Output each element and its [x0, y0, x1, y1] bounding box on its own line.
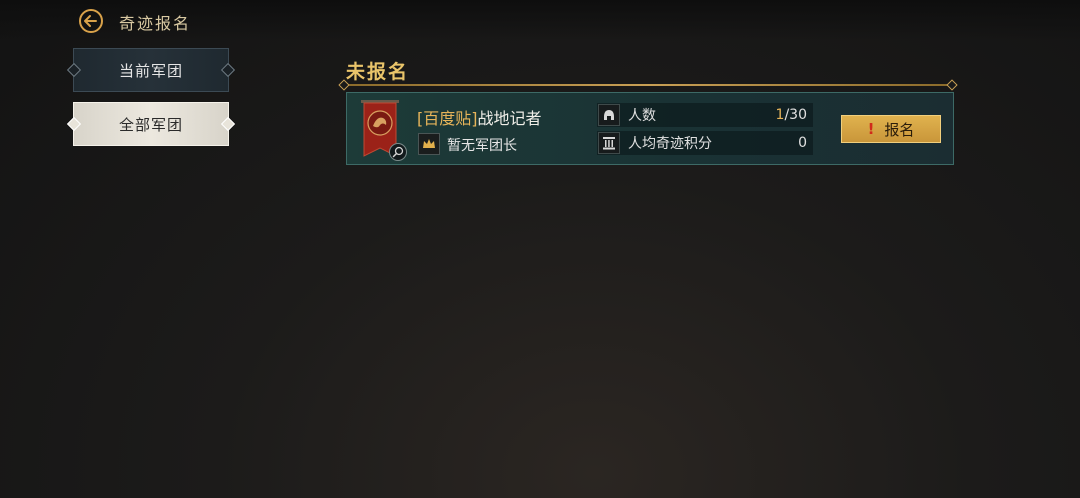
leader-status: 暂无军团长 — [447, 138, 517, 154]
search-icon[interactable] — [389, 143, 407, 161]
signup-label: 报名 — [884, 120, 915, 139]
tab-label: 全部军团 — [118, 115, 183, 134]
members-label: 人数 — [628, 108, 656, 124]
warning-icon: ! — [867, 120, 875, 138]
tab-label: 当前军团 — [118, 61, 183, 80]
tab-all-legions[interactable]: 全部军团 — [66, 102, 236, 146]
section-title: 未报名 — [346, 61, 410, 83]
tab-current-legion[interactable]: 当前军团 — [66, 48, 236, 92]
page-title: 奇迹报名 — [119, 14, 192, 33]
legion-name: [百度贴]战地记者 — [417, 105, 542, 129]
tab-right-ornament — [220, 62, 236, 78]
section-divider — [342, 84, 954, 86]
legion-card[interactable]: [百度贴]战地记者 暂无军团长 人数 1/30 人均奇迹积分 0 ! 报名 — [346, 92, 954, 165]
score-value: 0 — [798, 135, 807, 151]
signup-button[interactable]: ! 报名 — [841, 115, 941, 143]
tab-left-ornament — [66, 116, 82, 132]
helmet-icon — [598, 104, 620, 126]
tab-right-ornament — [220, 116, 236, 132]
pillar-icon — [598, 132, 620, 154]
crown-icon — [418, 133, 440, 155]
score-label: 人均奇迹积分 — [628, 136, 712, 152]
legion-title: 战地记者 — [477, 109, 542, 128]
members-max: /30 — [784, 107, 807, 123]
score-stat: 人均奇迹积分 0 — [597, 131, 813, 155]
back-button[interactable] — [78, 8, 104, 34]
legion-tag: [百度贴] — [417, 109, 478, 128]
back-arrow-icon — [79, 9, 103, 33]
members-stat: 人数 1/30 — [597, 103, 813, 127]
tab-left-ornament — [66, 62, 82, 78]
members-value: 1/30 — [776, 107, 807, 123]
